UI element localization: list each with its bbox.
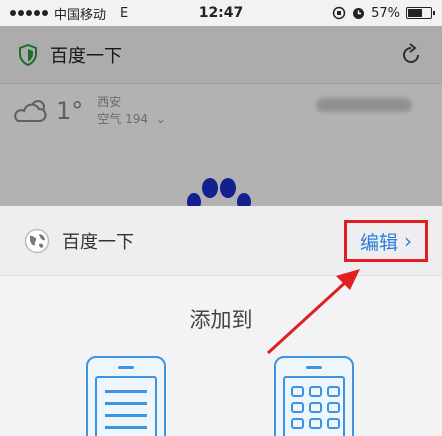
alarm-icon bbox=[353, 7, 365, 19]
battery-icon bbox=[406, 7, 435, 19]
site-title: 百度一下 bbox=[62, 231, 134, 253]
dim-overlay[interactable] bbox=[0, 26, 442, 214]
status-bar: 中国移动 E 12:47 57% bbox=[0, 0, 442, 26]
signal-strength-icon bbox=[10, 10, 48, 16]
phone-speaker bbox=[306, 366, 322, 369]
add-to-home-screen-option[interactable] bbox=[274, 356, 354, 436]
status-left: 中国移动 E bbox=[10, 4, 128, 23]
share-sheet: 百度一下 编辑 › 添加到 bbox=[0, 206, 442, 436]
rotation-lock-icon bbox=[332, 6, 346, 20]
globe-icon bbox=[24, 228, 50, 253]
chevron-right-icon: › bbox=[404, 229, 412, 253]
carrier-name: 中国移动 bbox=[54, 7, 107, 23]
battery-fill bbox=[408, 9, 422, 17]
edit-button[interactable]: 编辑 › bbox=[344, 220, 428, 262]
sheet-header: 百度一下 编辑 › bbox=[0, 206, 442, 276]
battery-percent: 57% bbox=[371, 5, 400, 21]
list-phone-icon bbox=[95, 376, 157, 436]
edit-label: 编辑 bbox=[359, 231, 398, 254]
network-type: E bbox=[120, 5, 129, 21]
add-to-bookmarks-option[interactable] bbox=[86, 356, 166, 436]
phone-speaker bbox=[118, 366, 134, 369]
status-right: 57% bbox=[332, 5, 435, 21]
grid-phone-icon bbox=[283, 376, 345, 436]
add-to-title: 添加到 bbox=[189, 308, 253, 332]
